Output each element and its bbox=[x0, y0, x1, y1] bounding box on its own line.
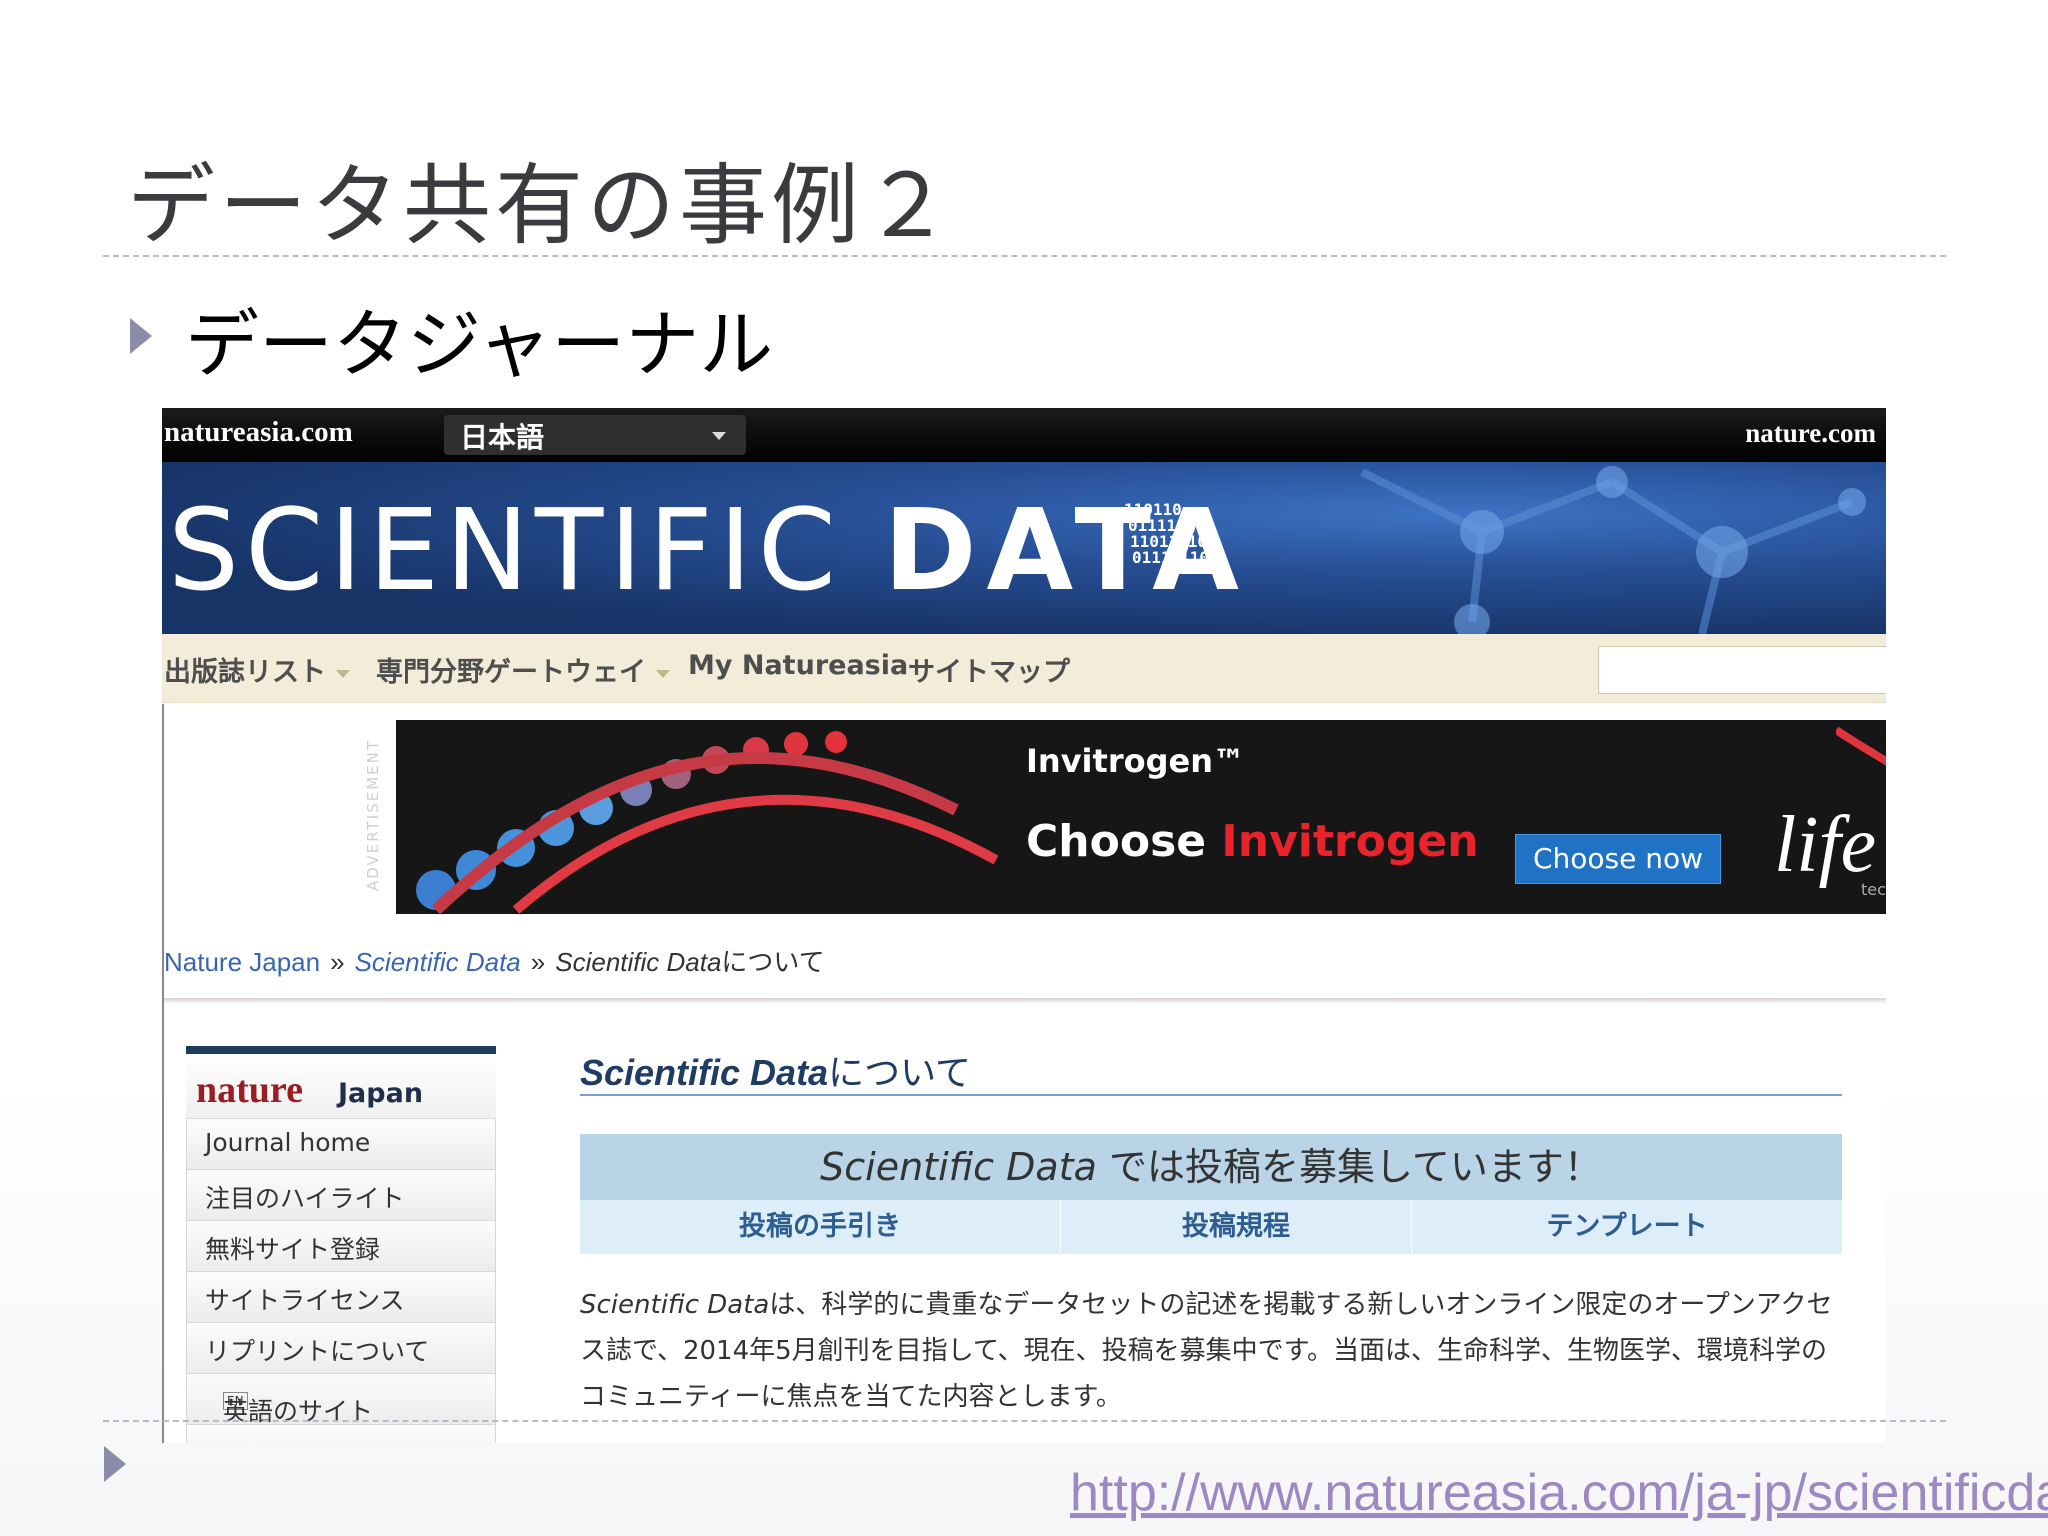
life-tech-logo: life bbox=[1774, 801, 1877, 889]
japan-wordmark: Japan bbox=[338, 1078, 424, 1109]
ad-tag-prefix: Choose bbox=[1026, 816, 1222, 867]
sidebar-item-label: 無料サイト登録 bbox=[205, 1235, 381, 1264]
ad-brand: Invitrogen™ bbox=[1026, 742, 1245, 780]
ad-tagline: Choose Invitrogen bbox=[1026, 816, 1479, 867]
site-topbar: natureasia.com 日本語 nature.com bbox=[162, 408, 1886, 462]
ad-tag-brand: Invitrogen bbox=[1221, 816, 1479, 867]
advertisement-banner[interactable]: Invitrogen™ Choose Invitrogen Choose now… bbox=[396, 720, 1886, 914]
footer-divider bbox=[103, 1420, 1946, 1422]
nav-label: 専門分野ゲートウェイ bbox=[376, 657, 646, 688]
main-content: Scientific Dataについて Scientific Data では投稿… bbox=[580, 1044, 1842, 1412]
sidebar-item-more[interactable] bbox=[186, 1425, 496, 1443]
nav-label: 出版誌リスト bbox=[164, 657, 326, 688]
callout-italic: Scientific Data bbox=[820, 1145, 1097, 1189]
sidebar-item-journal-home[interactable]: Journal home bbox=[186, 1119, 496, 1170]
nature-wordmark: nature bbox=[196, 1069, 303, 1111]
sidebar-item-label: リプリントについて bbox=[205, 1337, 430, 1366]
chevron-down-icon bbox=[656, 669, 670, 678]
breadcrumb-current: Scientific Data bbox=[555, 947, 722, 977]
sidebar-item-free-registration[interactable]: 無料サイト登録 bbox=[186, 1221, 496, 1272]
sidebar-item-label: 注目のハイライト bbox=[205, 1184, 405, 1213]
callout-rest: では投稿を募集しています！ bbox=[1096, 1145, 1602, 1189]
nav-sitemap[interactable]: サイトマップ bbox=[908, 650, 1070, 689]
desc-italic: Scientific Data bbox=[580, 1290, 770, 1320]
breadcrumb-separator: » bbox=[330, 947, 345, 977]
search-input[interactable] bbox=[1598, 646, 1886, 694]
journal-sidebar: nature Japan Journal home 注目のハイライト 無料サイト… bbox=[186, 1046, 496, 1443]
nav-subject-gateway[interactable]: 専門分野ゲートウェイ bbox=[376, 650, 670, 689]
sidebar-item-label: 英語のサイト bbox=[223, 1397, 374, 1426]
sidebar-topline bbox=[186, 1046, 496, 1054]
nature-japan-logo[interactable]: nature Japan bbox=[186, 1054, 496, 1119]
logo-light-text: SCIENTIFIC bbox=[168, 486, 884, 616]
link-template[interactable]: テンプレート bbox=[1412, 1200, 1842, 1254]
breadcrumb-separator: » bbox=[530, 947, 546, 977]
dna-helix-icon bbox=[416, 731, 999, 914]
breadcrumb-home[interactable]: Nature Japan bbox=[164, 947, 320, 977]
page-left-border bbox=[162, 704, 164, 1443]
footer-arrow-icon bbox=[104, 1446, 126, 1482]
title-divider bbox=[103, 255, 1946, 257]
site-navbar: 出版誌リスト 専門分野ゲートウェイ My Natureasia サイトマップ bbox=[162, 634, 1886, 703]
breadcrumb: Nature Japan » Scientific Data » Scientific … bbox=[164, 942, 825, 979]
scientific-data-logo[interactable]: SCIENTIFIC DATA bbox=[168, 486, 1249, 616]
sidebar-item-reprints[interactable]: リプリントについて bbox=[186, 1323, 496, 1374]
link-submission-guide[interactable]: 投稿の手引き bbox=[580, 1200, 1061, 1254]
binary-digits: 110110 0111101 11011110 011101101 bbox=[1124, 502, 1219, 566]
choose-now-button[interactable]: Choose now bbox=[1515, 834, 1721, 884]
submission-links: 投稿の手引き 投稿規程 テンプレート bbox=[580, 1200, 1842, 1254]
language-label: 日本語 bbox=[460, 421, 545, 454]
heading-italic: Scientific Data bbox=[580, 1052, 829, 1093]
bullet-arrow-icon bbox=[130, 318, 152, 354]
nav-journal-list[interactable]: 出版誌リスト bbox=[164, 650, 350, 689]
chevron-down-icon bbox=[336, 669, 350, 678]
sidebar-item-label: サイトライセンス bbox=[205, 1286, 405, 1315]
sidebar-item-site-license[interactable]: サイトライセンス bbox=[186, 1272, 496, 1323]
binary-line: 011101101 bbox=[1132, 548, 1219, 567]
submission-callout: Scientific Data では投稿を募集しています！ bbox=[580, 1134, 1842, 1200]
journal-banner: SCIENTIFIC DATA 110110 0111101 11011110 … bbox=[162, 462, 1886, 634]
sidebar-item-highlights[interactable]: 注目のハイライト bbox=[186, 1170, 496, 1221]
language-select[interactable]: 日本語 bbox=[444, 415, 746, 455]
breadcrumb-section[interactable]: Scientific Data bbox=[355, 947, 521, 977]
bullet-text: データジャーナル bbox=[185, 302, 774, 388]
site-name-link[interactable]: natureasia.com bbox=[164, 416, 353, 449]
breadcrumb-current-rest: について bbox=[721, 947, 825, 977]
slide-title: データ共有の事例２ bbox=[127, 154, 956, 257]
source-url-link[interactable]: http://www.natureasia.com/ja-jp/scientif… bbox=[1070, 1463, 2048, 1523]
journal-description: Scientific Dataは、科学的に貴重なデータセットの記述を掲載する新し… bbox=[580, 1282, 1842, 1420]
ad-side-label: ADVERTISEMENT bbox=[364, 728, 389, 908]
content-divider bbox=[162, 998, 1886, 1004]
chevron-down-icon bbox=[712, 432, 726, 440]
nature-com-link[interactable]: nature.com bbox=[1745, 418, 1876, 449]
heading-rest: について bbox=[828, 1052, 972, 1093]
page-heading: Scientific Dataについて bbox=[580, 1044, 1842, 1096]
nav-my-natureasia[interactable]: My Natureasia bbox=[688, 650, 908, 681]
dna-corner-icon bbox=[1836, 726, 1886, 766]
sidebar-item-english-site[interactable]: EN 英語のサイト bbox=[186, 1374, 496, 1426]
embedded-screenshot: natureasia.com 日本語 nature.com SCIENTIFIC… bbox=[162, 408, 1886, 1443]
link-submission-rules[interactable]: 投稿規程 bbox=[1061, 1200, 1412, 1254]
ad-label-text: ADVERTISEMENT bbox=[364, 738, 383, 892]
life-tech-sub: tech bbox=[1861, 880, 1886, 899]
sidebar-item-label: Journal home bbox=[205, 1128, 371, 1157]
